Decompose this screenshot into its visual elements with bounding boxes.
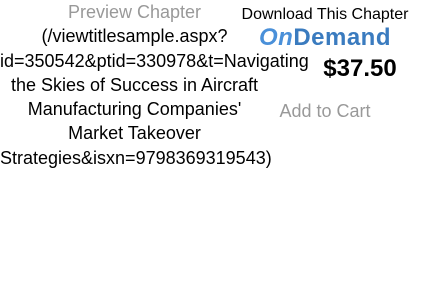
ondemand-logo: OnDemand [216, 25, 434, 51]
ondemand-logo-demand: Demand [293, 24, 391, 51]
download-chapter-title: Download This Chapter [241, 6, 409, 23]
add-to-cart-button[interactable]: Add to Cart [240, 100, 410, 122]
ondemand-logo-on: On [258, 24, 294, 51]
chapter-price: $37.50 [323, 55, 397, 82]
download-chapter-box: Download This Chapter OnDemand [216, 5, 434, 51]
